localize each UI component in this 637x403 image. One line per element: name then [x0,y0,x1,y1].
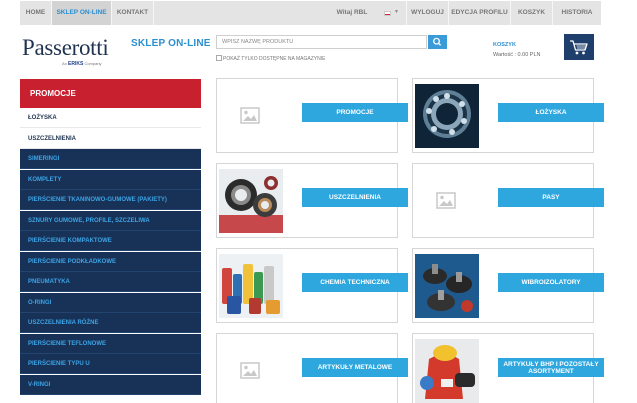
available-only-checkbox[interactable]: POKAŻ TYLKO DOSTĘPNE NA MAGAZYNIE [216,55,325,62]
image-placeholder-icon [436,192,456,209]
checkbox-icon[interactable] [216,55,222,61]
category-tile-bhp[interactable]: ARTYKUŁY BHP I POZOSTAŁY ASORTYMENT [412,333,604,403]
chemicals-photo [219,254,283,318]
logo-subtitle: An ERIKS Company [62,61,102,67]
category-tile-lozyska[interactable]: ŁOŻYSKA [412,78,604,153]
category-label[interactable]: ŁOŻYSKA [498,103,604,122]
sidebar-item-simeringi[interactable]: SIMERINGI [20,149,201,169]
sidebar-item-pneumatyka[interactable]: PNEUMATYKA [20,272,201,292]
category-label[interactable]: PASY [498,188,604,207]
sidebar-item-uszczelnienia[interactable]: USZCZELNIENIA [20,129,201,149]
nav-contact[interactable]: KONTAKT [112,1,153,25]
vibration-isolators-photo [415,254,479,318]
search-icon [433,37,442,46]
sidebar-item-oringi[interactable]: O-RINGI [20,293,201,313]
category-label[interactable]: PROMOCJE [302,103,408,122]
logo[interactable]: Passerotti [22,35,109,61]
category-tile-promocje[interactable]: PROMOCJE [216,78,408,153]
sidebar-item-vringi[interactable]: V-RINGI [20,375,201,395]
category-label[interactable]: ARTYKUŁY BHP I POZOSTAŁY ASORTYMENT [498,358,604,377]
user-greeting[interactable]: Witaj RBL [332,1,372,25]
search-button[interactable] [428,35,447,49]
nav-edit-profile[interactable]: EDYCJA PROFILU [449,1,510,25]
sidebar-item-rozne[interactable]: USZCZELNIENIA RÓŻNE [20,313,201,333]
sidebar-item-sznury[interactable]: SZNURY GUMOWE, PROFILE, SZCZELIWA [20,211,201,231]
sidebar-item-podkladkowe[interactable]: PIERŚCIENIE PODKŁADKOWE [20,252,201,272]
seals-photo [219,169,283,233]
category-tile-uszczelnienia[interactable]: USZCZELNIENIA [216,163,408,238]
shopping-cart-icon [570,40,588,55]
pl-flag-icon[interactable] [384,11,391,16]
cart-value: Wartość : 0.00 PLN [493,52,541,58]
image-placeholder-icon [240,362,260,379]
top-nav: HOME SKLEP ON-LINE KONTAKT Witaj RBL ▼ W… [20,1,601,25]
caret-down-icon[interactable]: ▼ [394,9,399,15]
shop-title: SKLEP ON-LINE [131,38,211,49]
sidebar-item-teflonowe[interactable]: PIERŚCIENIE TEFLONOWE [20,334,201,354]
bearing-photo [415,84,479,148]
category-label[interactable]: USZCZELNIENIA [302,188,408,207]
category-label[interactable]: CHEMIA TECHNICZNA [302,273,408,292]
sidebar-item-typu-u[interactable]: PIERŚCIENIE TYPU U [20,354,201,374]
category-label[interactable]: WIBROIZOLATORY [498,273,604,292]
sidebar-item-komplety[interactable]: KOMPLETY [20,170,201,190]
category-tile-metalowe[interactable]: ARTYKUŁY METALOWE [216,333,408,403]
category-tile-pasy[interactable]: PASY [412,163,604,238]
sidebar-item-lozyska[interactable]: ŁOŻYSKA [20,108,201,128]
sidebar-item-pakiety[interactable]: PIERŚCIENIE TKANINOWO-GUMOWE (PAKIETY) [20,190,201,210]
image-placeholder-icon [240,107,260,124]
nav-history[interactable]: HISTORIA [553,1,601,25]
nav-logout[interactable]: WYLOGUJ [407,1,448,25]
sidebar-promo[interactable]: PROMOCJE [20,79,201,108]
category-tile-chemia[interactable]: CHEMIA TECHNICZNA [216,248,408,323]
category-tile-wibroizolatory[interactable]: WIBROIZOLATORY [412,248,604,323]
sidebar-item-kompaktowe[interactable]: PIERŚCIENIE KOMPAKTOWE [20,231,201,251]
nav-shop[interactable]: SKLEP ON-LINE [52,1,111,25]
category-label[interactable]: ARTYKUŁY METALOWE [302,358,408,377]
nav-cart[interactable]: KOSZYK [511,1,552,25]
safety-equipment-photo [415,339,479,403]
cart-button[interactable] [564,34,594,60]
search-input[interactable]: WPISZ NAZWĘ PRODUKTU [216,35,427,49]
nav-home[interactable]: HOME [20,1,51,25]
cart-label[interactable]: KOSZYK [493,42,516,48]
